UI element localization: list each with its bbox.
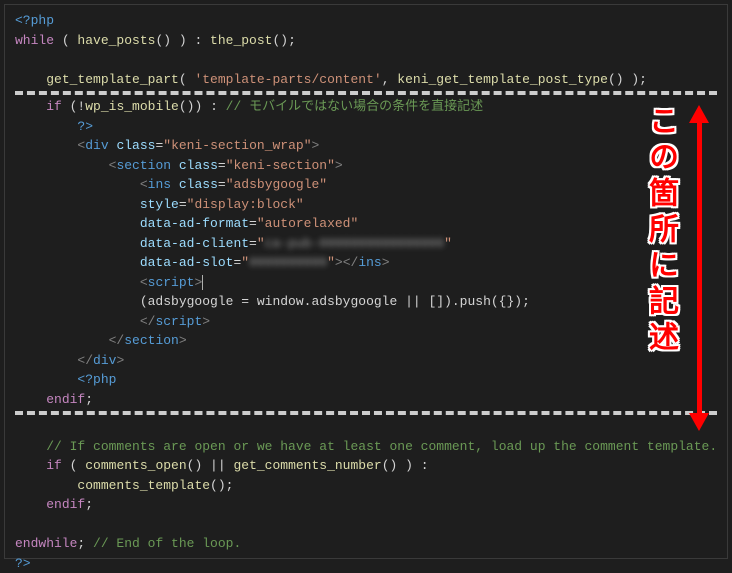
blurred-slot-id: 0000000000 [249,255,327,270]
code-line: ?> [15,117,717,137]
code-line: if ( comments_open() || get_comments_num… [15,456,717,476]
arrow-body [697,123,702,413]
code-line: <div class="keni-section_wrap"> [15,136,717,156]
code-line [15,515,717,535]
arrow-down-icon [689,413,709,431]
section-divider [15,91,717,95]
code-line: </section> [15,331,717,351]
code-line: if (!wp_is_mobile()) : // モバイルではない場合の条件を… [15,97,717,117]
code-line: get_template_part( 'template-parts/conte… [15,70,717,90]
code-line: data-ad-format="autorelaxed" [15,214,717,234]
code-line: ?> [15,554,717,573]
code-line: data-ad-slot="0000000000"></ins> [15,253,717,273]
code-line: <?php [15,370,717,390]
php-open-tag: <?php [15,13,54,28]
section-divider [15,411,717,415]
code-line: comments_template(); [15,476,717,496]
code-line: style="display:block" [15,195,717,215]
code-line: // If comments are open or we have at le… [15,437,717,457]
code-editor[interactable]: <?php while ( have_posts() ) : the_post(… [4,4,728,559]
blurred-client-id: ca-pub-0000000000000000 [265,236,444,251]
code-line [15,417,717,437]
code-line: </div> [15,351,717,371]
code-line: endif; [15,390,717,410]
code-line: </script> [15,312,717,332]
annotation-arrow [689,105,709,431]
code-line: endwhile; // End of the loop. [15,534,717,554]
code-line: (adsbygoogle = window.adsbygoogle || [])… [15,292,717,312]
code-line: <script> [15,273,717,293]
code-line: data-ad-client="ca-pub-0000000000000000" [15,234,717,254]
code-line: endif; [15,495,717,515]
arrow-up-icon [689,105,709,123]
text-cursor [202,275,203,290]
code-line: <ins class="adsbygoogle" [15,175,717,195]
annotation-label: この箇所に記述 [638,105,683,357]
code-line: <?php [15,11,717,31]
code-line [15,50,717,70]
code-line: <section class="keni-section"> [15,156,717,176]
code-line: while ( have_posts() ) : the_post(); [15,31,717,51]
